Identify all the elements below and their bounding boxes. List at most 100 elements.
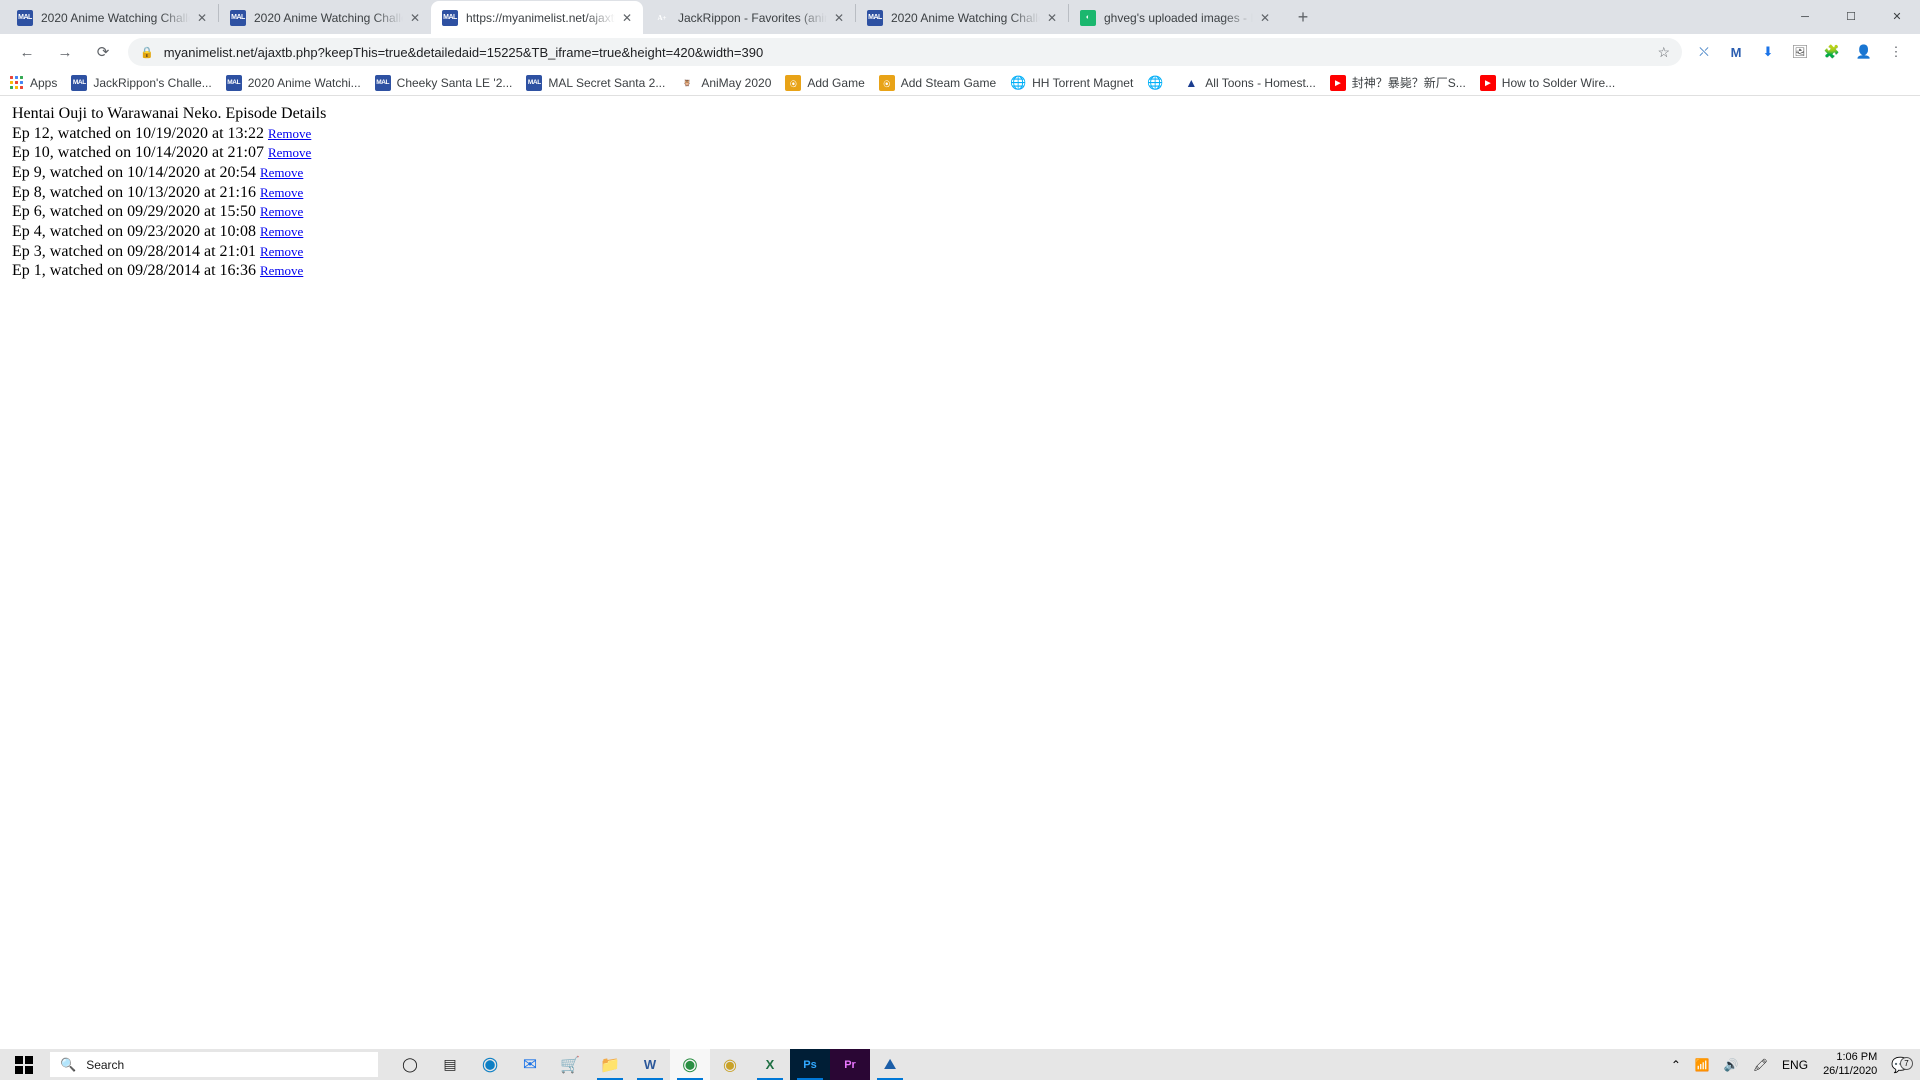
episode-row: Ep 12, watched on 10/19/2020 at 13:22 Re… [12, 124, 1920, 144]
language-indicator[interactable]: ENG [1775, 1049, 1815, 1080]
bookmark-label: MAL Secret Santa 2... [548, 75, 666, 90]
google-chrome-icon[interactable]: ◉ [670, 1049, 710, 1080]
profile-avatar-icon[interactable]: 👤 [1851, 39, 1877, 65]
clock[interactable]: 1:06 PM 26/11/2020 [1815, 1051, 1885, 1079]
tab-title: ghveg's uploaded images - Imgu [1104, 10, 1253, 25]
all-toons-icon: ▲ [1183, 74, 1200, 91]
close-icon[interactable]: ✕ [407, 10, 423, 26]
browser-tab-4[interactable]: A+ JackRippon - Favorites (anime) - a ✕ [643, 1, 855, 34]
episode-text: Ep 6, watched on 09/29/2020 at 15:50 [12, 203, 256, 221]
start-button[interactable] [0, 1049, 48, 1080]
pen-icon[interactable]: 🖍 [1746, 1049, 1775, 1080]
chrome-menu-icon[interactable]: ⋮ [1883, 39, 1909, 65]
mal-icon: MAL [71, 74, 88, 91]
episode-text: Ep 10, watched on 10/14/2020 at 21:07 [12, 144, 264, 162]
image-download-icon[interactable]: 🖼 [1787, 39, 1813, 65]
mail-icon[interactable]: ✉ [510, 1049, 550, 1080]
bookmark-unlabeled-globe[interactable]: 🌐 [1147, 75, 1169, 91]
aplus-icon: A+ [657, 13, 667, 22]
browser-tab-1[interactable]: MAL 2020 Anime Watching Challenge ✕ [6, 1, 218, 34]
episode-text: Ep 8, watched on 10/13/2020 at 21:16 [12, 183, 256, 201]
bookmark-label: Add Game [807, 75, 865, 90]
photos-icon[interactable]: ⛰ [870, 1049, 910, 1080]
tray-chevron-icon[interactable]: ⌃ [1664, 1049, 1688, 1080]
remove-link[interactable]: Remove [260, 244, 303, 259]
task-view-icon[interactable]: ▤ [430, 1049, 470, 1080]
tab-title: https://myanimelist.net/ajaxtb.ph [466, 10, 615, 25]
bookmark-mal-secret-santa[interactable]: MAL MAL Secret Santa 2... [526, 74, 666, 91]
mal-icon: MAL [225, 74, 242, 91]
bookmark-label: How to Solder Wire... [1501, 75, 1616, 90]
episode-text: Ep 3, watched on 09/28/2014 at 21:01 [12, 242, 256, 260]
microsoft-excel-icon[interactable]: X [750, 1049, 790, 1080]
notifications-icon[interactable]: 💬 7 [1885, 1056, 1914, 1074]
microsoft-edge-icon[interactable]: ◉ [470, 1049, 510, 1080]
close-icon[interactable]: ✕ [194, 10, 210, 26]
remove-link[interactable]: Remove [260, 204, 303, 219]
bookmark-youtube-2[interactable]: ▶ How to Solder Wire... [1479, 74, 1616, 91]
close-icon[interactable]: ✕ [1257, 10, 1273, 26]
microsoft-word-icon[interactable]: W [630, 1049, 670, 1080]
bookmark-cheeky-santa[interactable]: MAL Cheeky Santa LE '2... [374, 74, 513, 91]
adobe-photoshop-icon[interactable]: Ps [790, 1049, 830, 1080]
remove-link[interactable]: Remove [260, 224, 303, 239]
windows-taskbar: 🔍 Search ◯ ▤ ◉ ✉ 🛒 📁 W ◉ ◉ X Ps Pr ⛰ ⌃ 📶… [0, 1049, 1920, 1080]
apps-grid-icon [8, 75, 24, 91]
bookmark-hh-torrent-magnet[interactable]: 🌐 HH Torrent Magnet [1010, 75, 1133, 91]
maximize-button[interactable]: ☐ [1828, 0, 1874, 33]
remove-link[interactable]: Remove [260, 165, 303, 180]
bookmark-jackrippon-challenge[interactable]: MAL JackRippon's Challe... [71, 74, 212, 91]
volume-icon[interactable]: 🔊 [1717, 1049, 1746, 1080]
extensions-puzzle-icon[interactable]: 🧩 [1819, 39, 1845, 65]
remove-link[interactable]: Remove [260, 185, 303, 200]
minimize-button[interactable]: ─ [1782, 0, 1828, 33]
bookmark-add-game[interactable]: ⦿ Add Game [785, 74, 865, 91]
mal-icon: MAL [526, 74, 543, 91]
media-disc-icon[interactable]: ◉ [710, 1049, 750, 1080]
microsoft-store-icon[interactable]: 🛒 [550, 1049, 590, 1080]
wifi-icon[interactable]: 📶 [1688, 1049, 1717, 1080]
episode-row: Ep 9, watched on 10/14/2020 at 20:54 Rem… [12, 163, 1920, 183]
new-tab-button[interactable]: + [1289, 3, 1317, 31]
episode-row: Ep 10, watched on 10/14/2020 at 21:07 Re… [12, 143, 1920, 163]
cortana-icon[interactable]: ◯ [390, 1049, 430, 1080]
bookmark-animay-2020[interactable]: 🦉 AniMay 2020 [679, 75, 771, 91]
address-bar[interactable]: 🔒 myanimelist.net/ajaxtb.php?keepThis=tr… [128, 38, 1682, 66]
bookmark-star-icon[interactable]: ☆ [1657, 44, 1670, 61]
file-explorer-icon[interactable]: 📁 [590, 1049, 630, 1080]
browser-tab-2[interactable]: MAL 2020 Anime Watching Challenge ✕ [219, 1, 431, 34]
mal-icon: MAL [867, 9, 883, 26]
bookmark-label: Cheeky Santa LE '2... [396, 75, 513, 90]
download-icon[interactable]: ⬇ [1755, 39, 1781, 65]
youtube-icon: ▶ [1329, 74, 1346, 91]
episode-text: Ep 1, watched on 09/28/2014 at 16:36 [12, 262, 256, 280]
bookmark-youtube-1[interactable]: ▶ 封神？暴毙？新厂S... [1329, 74, 1466, 91]
bookmark-2020-anime-watching[interactable]: MAL 2020 Anime Watchi... [225, 74, 361, 91]
close-icon[interactable]: ✕ [619, 10, 635, 26]
remove-link[interactable]: Remove [268, 145, 311, 160]
browser-tab-5[interactable]: MAL 2020 Anime Watching Challenge ✕ [856, 1, 1068, 34]
close-icon[interactable]: ✕ [1044, 10, 1060, 26]
close-icon[interactable]: ✕ [831, 10, 847, 26]
browser-toolbar: ← → ⟳ 🔒 myanimelist.net/ajaxtb.php?keepT… [0, 34, 1920, 70]
remove-link[interactable]: Remove [268, 126, 311, 141]
browser-tab-3-active[interactable]: MAL https://myanimelist.net/ajaxtb.ph ✕ [431, 1, 643, 34]
mail-extension-icon[interactable]: M [1723, 39, 1749, 65]
browser-tab-6[interactable]: ◐ ghveg's uploaded images - Imgu ✕ [1069, 1, 1281, 34]
episode-row: Ep 1, watched on 09/28/2014 at 16:36 Rem… [12, 261, 1920, 281]
reload-button[interactable]: ⟳ [89, 38, 117, 66]
adobe-premiere-icon[interactable]: Pr [830, 1049, 870, 1080]
bookmark-label: JackRippon's Challe... [93, 75, 212, 90]
bookmark-all-toons[interactable]: ▲ All Toons - Homest... [1183, 74, 1316, 91]
remove-link[interactable]: Remove [260, 263, 303, 278]
taskbar-search-box[interactable]: 🔍 Search [50, 1052, 378, 1077]
extension-shield-icon[interactable]: ⛌ [1691, 39, 1717, 65]
window-controls: ─ ☐ ✕ [1782, 0, 1920, 33]
close-window-button[interactable]: ✕ [1874, 0, 1920, 33]
back-button[interactable]: ← [13, 38, 41, 66]
forward-button[interactable]: → [51, 38, 79, 66]
bookmark-apps[interactable]: Apps [8, 75, 57, 91]
notification-count-badge: 7 [1900, 1056, 1913, 1070]
bookmark-add-steam-game[interactable]: ⦿ Add Steam Game [878, 74, 996, 91]
globe-icon: 🌐 [1147, 74, 1164, 90]
